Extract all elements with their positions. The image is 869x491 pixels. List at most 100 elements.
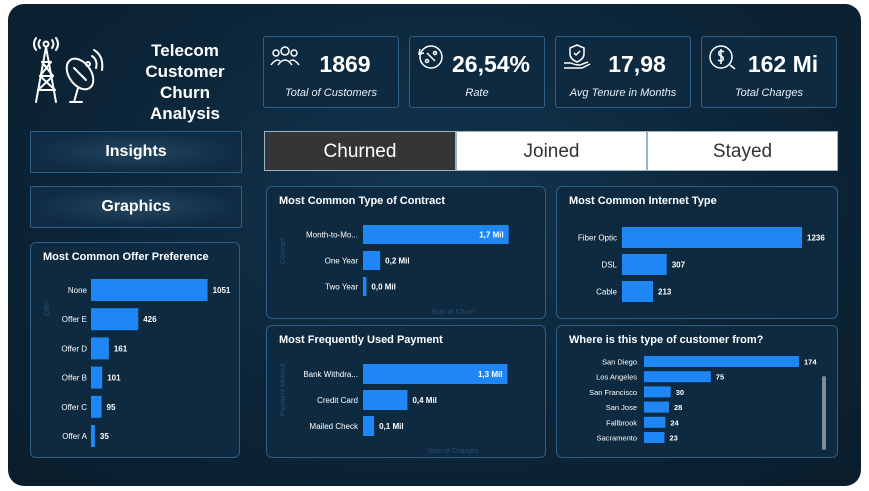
bar: [363, 277, 367, 296]
kpi-label: Total of Customers: [285, 87, 377, 99]
contract-type-chart: Contract Sum of Churn Month-to-Mo... 1,7 Mi…: [280, 225, 509, 316]
data-label: 95: [107, 403, 116, 412]
antenna-tower-icon: [33, 37, 104, 103]
tick-label: Fallbrook: [606, 418, 637, 427]
bar: [91, 425, 95, 447]
tick-label: Offer B: [62, 374, 87, 383]
kpi-value: 17,98: [608, 51, 666, 77]
tick-label: None: [68, 286, 88, 295]
bar: [622, 227, 802, 248]
tick-label: Offer A: [62, 432, 87, 441]
bar: [91, 366, 103, 389]
data-label: 30: [676, 388, 684, 397]
data-label: 0,0 Mil: [371, 283, 395, 292]
kpi-value: 162 Mi: [747, 51, 819, 77]
tab-stayed[interactable]: Stayed: [647, 131, 838, 171]
insights-button[interactable]: Insights: [30, 131, 242, 173]
data-label: 1,7 Mil: [479, 231, 503, 240]
bar: [91, 395, 102, 418]
data-label: 35: [100, 432, 109, 441]
bar: [622, 281, 654, 302]
kpi-label: Avg Tenure in Months: [569, 87, 677, 99]
tick-label: Month-to-Mo...: [306, 231, 358, 240]
data-label: 0,2 Mil: [385, 257, 409, 266]
tick-label: Sacramento: [597, 434, 637, 443]
kpi-total-charges: 162 Mi Total Charges: [701, 36, 837, 108]
axis-label-x: Sum of Charges: [428, 448, 479, 455]
data-label: 75: [716, 373, 724, 382]
data-label: 1,3 Mil: [478, 370, 502, 379]
kpi-total-customers: 1869 Total of Customers: [263, 36, 399, 108]
payment-method-chart: Payment Method Sum of Charges Bank Withdra…: [280, 363, 508, 455]
customer-city-chart: San Diego 174 Los Angeles 75 San Francisco 30…: [589, 356, 817, 443]
tick-label: Los Angeles: [596, 373, 637, 382]
tick-label: One Year: [325, 257, 359, 266]
tab-churned[interactable]: Churned: [264, 131, 456, 171]
bar: [644, 401, 669, 413]
bar: [644, 371, 711, 383]
data-label: 426: [143, 315, 157, 324]
tick-label: Bank Withdra...: [303, 370, 358, 379]
data-label: 1236: [807, 234, 825, 243]
bar: [363, 251, 381, 270]
kpi-rate: 26,54% Rate: [409, 36, 545, 108]
kpi-label: Total Charges: [734, 87, 804, 99]
tick-label: Two Year: [325, 283, 358, 292]
customer-city-panel: Where is this type of customer from? San…: [556, 325, 838, 458]
tab-joined[interactable]: Joined: [456, 131, 647, 171]
contract-type-panel: Most Common Type of Contract Contract Sum…: [266, 186, 546, 319]
data-label: 28: [674, 403, 682, 412]
tick-label: Offer D: [61, 344, 87, 353]
bar: [622, 254, 667, 275]
data-label: 101: [107, 374, 121, 383]
bar: [363, 416, 375, 436]
title-line-3: Analysis: [150, 104, 220, 123]
data-label: 23: [669, 434, 677, 443]
bar: [644, 432, 665, 443]
data-label: 161: [114, 344, 128, 353]
tick-label: Fiber Optic: [578, 234, 617, 243]
data-label: 307: [672, 261, 686, 270]
tick-label: San Diego: [602, 358, 637, 367]
bar: [363, 390, 408, 410]
axis-label-y: Payment Method: [280, 363, 287, 416]
kpi-value: 1869: [319, 51, 371, 77]
bar: [91, 337, 109, 360]
axis-label-y: Offer: [44, 300, 51, 316]
dashboard-frame: Telecom Customer Churn Analysis 1869 Tot…: [8, 4, 861, 486]
tick-label: DSL: [601, 261, 617, 270]
data-label: 0,4 Mil: [412, 396, 436, 405]
axis-label-y: Contract: [280, 238, 287, 265]
bar: [91, 279, 208, 301]
tick-label: San Jose: [606, 403, 637, 412]
page-title: Telecom Customer Churn Analysis: [120, 40, 250, 124]
bar: [644, 416, 666, 428]
title-block: Telecom Customer Churn Analysis: [30, 30, 250, 123]
tick-label: San Francisco: [589, 388, 637, 397]
kpi-value: 26,54%: [451, 51, 530, 77]
data-label: 174: [804, 358, 817, 367]
kpi-avg-tenure: 17,98 Avg Tenure in Months: [555, 36, 691, 108]
data-label: 1051: [213, 286, 231, 295]
title-line-2: Customer Churn: [145, 62, 225, 102]
internet-type-chart: Fiber Optic 1236 DSL 307 Cable 213: [578, 227, 825, 302]
tick-label: Offer C: [61, 403, 87, 412]
title-line-1: Telecom: [151, 41, 219, 60]
bar: [91, 308, 139, 331]
tick-label: Offer E: [62, 315, 87, 324]
kpi-label: Rate: [465, 87, 489, 99]
tick-label: Credit Card: [317, 396, 358, 405]
offer-preference-panel: Most Common Offer Preference Offer None 10…: [30, 242, 240, 458]
payment-method-panel: Most Frequently Used Payment Payment Met…: [266, 325, 546, 458]
data-label: 213: [658, 288, 672, 297]
graphics-button[interactable]: Graphics: [30, 186, 242, 228]
data-label: 24: [670, 418, 679, 427]
offer-preference-chart: Offer None 1051 Offer E 426 Offer D 161 Offer B…: [44, 279, 231, 447]
bar: [644, 386, 671, 398]
tick-label: Mailed Check: [310, 422, 359, 431]
tick-label: Cable: [596, 288, 617, 297]
scrollbar[interactable]: [822, 376, 826, 450]
internet-type-panel: Most Common Internet Type Fiber Optic 123…: [556, 186, 838, 319]
axis-label-x: Sum of Churn: [431, 309, 474, 316]
bar: [644, 356, 799, 367]
